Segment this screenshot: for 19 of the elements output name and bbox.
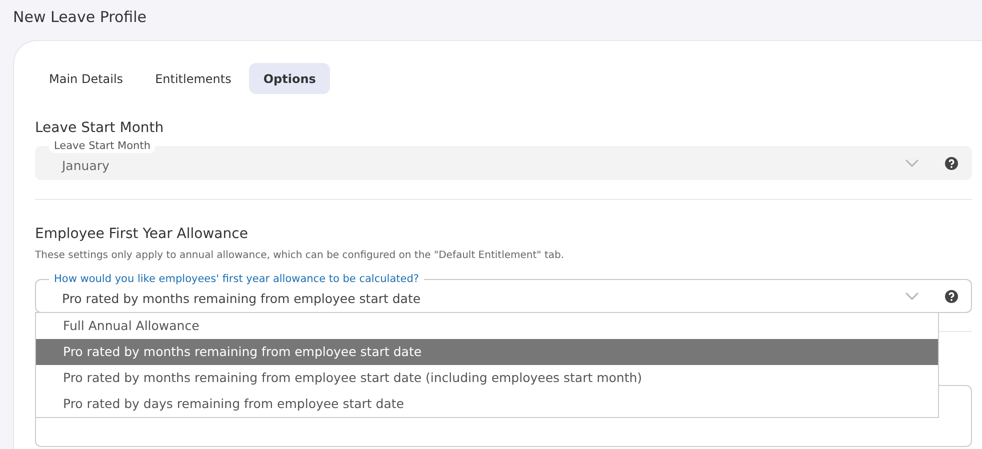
chevron-down-icon	[905, 159, 919, 167]
section-heading: Leave Start Month	[35, 120, 165, 136]
dropdown-option[interactable]: Pro rated by months remaining from employee start date	[36, 339, 938, 365]
field-value: January	[62, 156, 110, 172]
dropdown-option[interactable]: Full Annual Allowance	[36, 313, 938, 339]
field-label: How would you like employees' first year allowance to be calculated?	[49, 272, 424, 286]
tab[interactable]: Main Details	[35, 63, 138, 94]
field-label: Leave Start Month	[49, 139, 156, 153]
help-icon[interactable]	[945, 290, 958, 302]
field-value: Pro rated by months remaining from employee start date	[62, 290, 422, 306]
page-title: New Leave Profile	[12, 7, 148, 28]
tab[interactable]: Options	[249, 63, 330, 94]
chevron-down-icon	[905, 292, 919, 300]
tab[interactable]: Entitlements	[141, 63, 246, 94]
select-field[interactable]: How would you like employees' first year allowance to be calculated? Pro rated by months remaining from employee start date	[35, 272, 972, 313]
dropdown-option[interactable]: Pro rated by months remaining from employee start date (including employees start month)	[36, 365, 938, 391]
dropdown-option[interactable]: Pro rated by days remaining from employee start date	[36, 391, 938, 417]
section-heading: Employee First Year Allowance	[35, 226, 249, 242]
help-text: These settings only apply to annual allowance, which can be configured on the "Default Entitlement" tab.	[35, 250, 566, 261]
